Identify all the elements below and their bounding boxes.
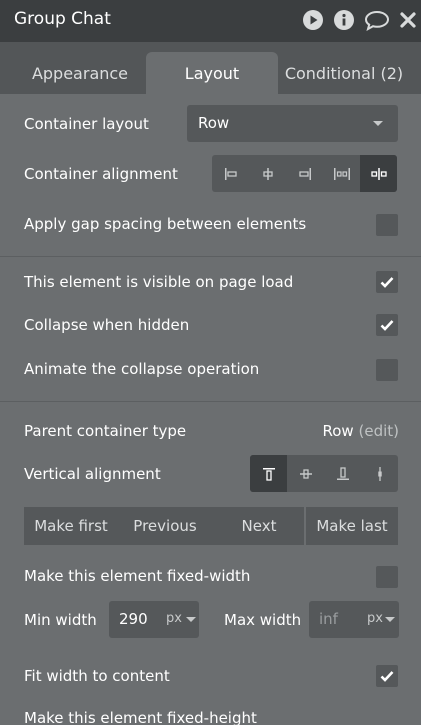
fit-width-checkbox[interactable]: [376, 665, 398, 687]
info-icon[interactable]: [333, 9, 355, 31]
align-right-icon[interactable]: [286, 155, 323, 192]
gap-spacing-checkbox[interactable]: [376, 214, 398, 236]
make-first-button[interactable]: Make first: [24, 507, 118, 545]
container-layout-dropdown[interactable]: Row: [187, 105, 398, 142]
align-stretch-icon[interactable]: [361, 455, 398, 492]
make-last-button[interactable]: Make last: [306, 507, 398, 545]
visible-on-load-label: This element is visible on page load: [24, 273, 294, 291]
align-top-icon[interactable]: [250, 455, 287, 492]
title-bar: Group Chat: [0, 0, 421, 42]
align-center-icon[interactable]: [249, 155, 286, 192]
fit-width-label: Fit width to content: [24, 667, 170, 685]
collapse-hidden-checkbox[interactable]: [376, 314, 398, 336]
comment-icon[interactable]: [364, 9, 390, 31]
tab-layout[interactable]: Layout: [146, 52, 278, 94]
container-layout-label: Container layout: [24, 115, 149, 133]
checkmark-icon: [380, 277, 394, 288]
animate-collapse-label: Animate the collapse operation: [24, 360, 260, 378]
title-actions: [302, 9, 417, 31]
property-tabs: Appearance Layout Conditional (2): [0, 42, 421, 94]
align-left-icon[interactable]: [212, 155, 249, 192]
play-icon[interactable]: [302, 9, 324, 31]
max-width-input[interactable]: inf px: [309, 601, 399, 638]
previous-button[interactable]: Previous: [118, 507, 212, 545]
section-divider: [0, 401, 421, 402]
vertical-alignment-label: Vertical alignment: [24, 465, 161, 483]
min-width-unit-select[interactable]: px: [166, 611, 182, 626]
tab-appearance[interactable]: Appearance: [14, 52, 146, 94]
min-width-input[interactable]: 290 px: [109, 601, 199, 638]
vertical-alignment-group: [250, 455, 398, 492]
max-width-unit-select[interactable]: px: [367, 611, 383, 626]
tab-conditional[interactable]: Conditional (2): [280, 52, 408, 94]
chevron-down-icon: [373, 121, 383, 126]
fixed-width-checkbox[interactable]: [376, 566, 398, 588]
next-button[interactable]: Next: [212, 507, 306, 545]
animate-collapse-checkbox[interactable]: [376, 359, 398, 381]
max-width-label: Max width: [224, 611, 302, 629]
space-between-icon[interactable]: [323, 155, 360, 192]
element-order-bar: Make first Previous Next Make last: [24, 507, 398, 545]
container-layout-value: Row: [198, 114, 230, 132]
align-bottom-icon[interactable]: [324, 455, 361, 492]
space-around-icon[interactable]: [360, 155, 397, 192]
container-alignment-group: [212, 155, 397, 192]
checkmark-icon: [380, 671, 394, 682]
edit-link[interactable]: (edit): [358, 422, 399, 440]
checkmark-icon: [380, 320, 394, 331]
min-width-value: 290: [119, 610, 148, 628]
align-middle-icon[interactable]: [287, 455, 324, 492]
fixed-width-label: Make this element fixed-width: [24, 567, 251, 585]
parent-container-type-value: Row (edit): [323, 422, 400, 440]
close-icon[interactable]: [399, 11, 417, 29]
chevron-down-icon: [186, 617, 196, 622]
max-width-placeholder: inf: [319, 610, 338, 628]
chevron-down-icon: [385, 617, 395, 622]
parent-container-type-label: Parent container type: [24, 422, 187, 440]
collapse-hidden-label: Collapse when hidden: [24, 316, 190, 334]
container-alignment-label: Container alignment: [24, 165, 178, 183]
fixed-height-label: Make this element fixed-height: [24, 709, 257, 725]
parent-type-value: Row: [322, 422, 354, 440]
visible-on-load-checkbox[interactable]: [376, 271, 398, 293]
element-title: Group Chat: [14, 9, 111, 29]
section-divider: [0, 256, 421, 257]
min-width-label: Min width: [24, 611, 97, 629]
gap-spacing-label: Apply gap spacing between elements: [24, 215, 307, 233]
